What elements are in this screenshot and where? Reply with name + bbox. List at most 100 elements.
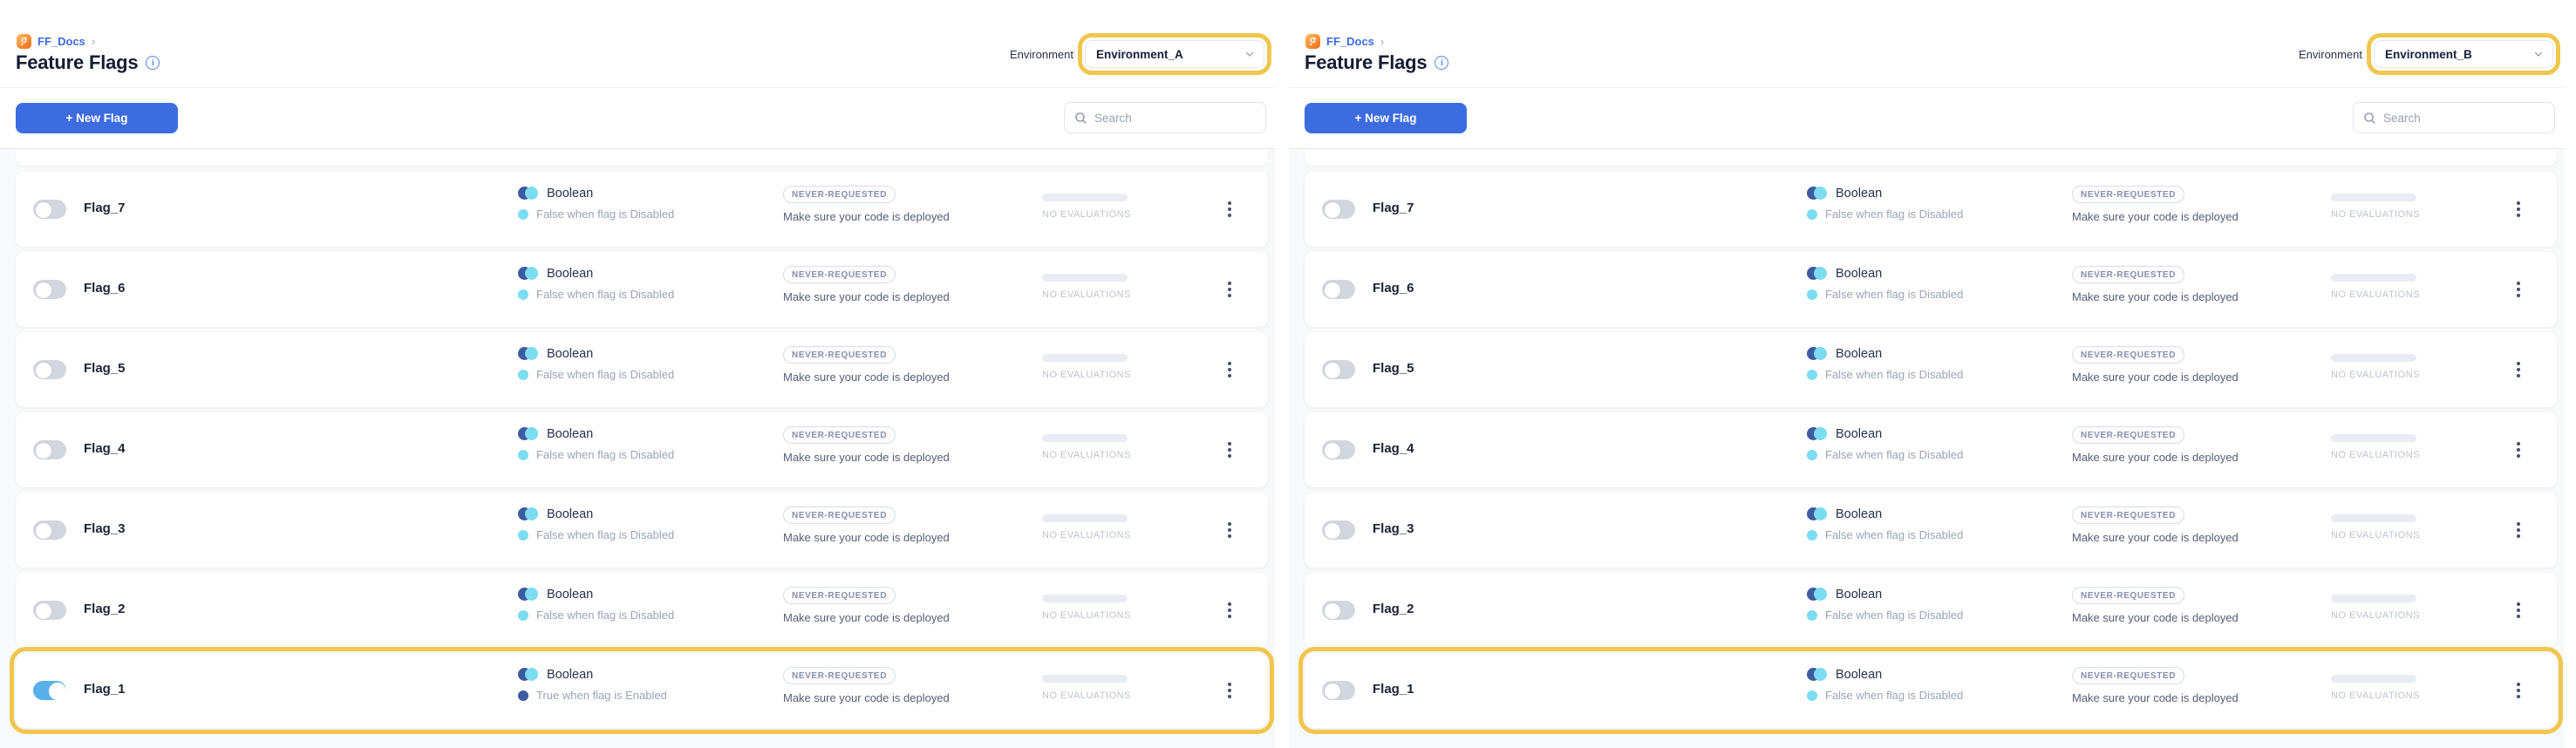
kebab-menu-icon[interactable] — [2506, 435, 2531, 465]
page-title: Feature Flags — [1305, 51, 1427, 74]
flag-name: Flag_5 — [84, 361, 126, 376]
flag-row[interactable]: Flag_1 Boolean False when flag is Disabl… — [1305, 653, 2557, 728]
evaluations-label: NO EVALUATIONS — [2331, 690, 2420, 701]
flag-toggle[interactable] — [33, 360, 66, 379]
status-badge: NEVER-REQUESTED — [2072, 346, 2184, 364]
flag-value-dot-icon — [518, 289, 528, 300]
flag-type-block: Boolean False when flag is Disabled — [1807, 347, 1963, 381]
evaluations-block: NO EVALUATIONS — [2331, 675, 2420, 701]
kebab-menu-icon[interactable] — [1217, 194, 1242, 224]
flag-value-description: False when flag is Disabled — [536, 288, 674, 301]
flag-type-label: Boolean — [547, 347, 593, 361]
flag-toggle[interactable] — [1322, 520, 1355, 540]
flag-name: Flag_6 — [84, 281, 126, 296]
flag-row[interactable]: Flag_2 Boolean False when flag is Disabl… — [1305, 573, 2557, 648]
info-icon[interactable]: i — [1435, 56, 1448, 70]
flag-type-label: Boolean — [1836, 267, 1882, 281]
kebab-menu-icon[interactable] — [1217, 515, 1242, 545]
flag-toggle[interactable] — [33, 440, 66, 459]
environment-dropdown[interactable]: Environment_A — [1085, 40, 1264, 68]
evaluations-bar — [2331, 354, 2416, 362]
flag-type-block: Boolean False when flag is Disabled — [518, 588, 674, 622]
flag-toggle[interactable] — [33, 601, 66, 620]
flag-row[interactable]: Flag_5 Boolean False when flag is Disabl… — [16, 332, 1268, 407]
status-hint: Make sure your code is deployed — [2072, 451, 2239, 464]
flag-toggle[interactable] — [1322, 440, 1355, 459]
status-hint: Make sure your code is deployed — [783, 531, 950, 544]
flag-row[interactable]: Flag_6 Boolean False when flag is Disabl… — [16, 252, 1268, 327]
kebab-menu-icon[interactable] — [1217, 676, 1242, 705]
kebab-menu-icon[interactable] — [2506, 595, 2531, 625]
flag-row[interactable]: Flag_2 Boolean False when flag is Disabl… — [16, 573, 1268, 648]
flag-toggle[interactable] — [33, 280, 66, 299]
breadcrumb-project-link[interactable]: FF_Docs — [1326, 35, 1374, 48]
flag-toggle[interactable] — [1322, 360, 1355, 379]
flag-value-dot-icon — [518, 209, 528, 220]
breadcrumb-project-link[interactable]: FF_Docs — [37, 35, 85, 48]
new-flag-button[interactable]: + New Flag — [1305, 103, 1467, 133]
flag-row[interactable]: Flag_7 Boolean False when flag is Disabl… — [1305, 172, 2557, 247]
flag-value-description: True when flag is Enabled — [536, 689, 667, 702]
breadcrumb-separator: › — [92, 35, 95, 48]
flag-row[interactable]: Flag_4 Boolean False when flag is Disabl… — [16, 412, 1268, 487]
kebab-menu-icon[interactable] — [2506, 355, 2531, 384]
flag-row[interactable]: Flag_3 Boolean False when flag is Disabl… — [1305, 493, 2557, 568]
evaluations-label: NO EVALUATIONS — [2331, 209, 2420, 220]
flag-toggle[interactable] — [33, 200, 66, 219]
flag-value-dot-icon — [1807, 209, 1817, 220]
evaluations-bar — [2331, 274, 2416, 282]
flag-row[interactable]: Flag_3 Boolean False when flag is Disabl… — [16, 493, 1268, 568]
evaluations-block: NO EVALUATIONS — [2331, 434, 2420, 460]
evaluations-label: NO EVALUATIONS — [2331, 610, 2420, 621]
flag-row[interactable]: Flag_5 Boolean False when flag is Disabl… — [1305, 332, 2557, 407]
search-input[interactable] — [2383, 112, 2545, 125]
environment-control: Environment Environment_A — [1010, 40, 1264, 68]
evaluations-bar — [1042, 434, 1128, 442]
flag-rows: Flag_7 Boolean False when flag is Disabl… — [0, 166, 1275, 728]
search-box[interactable] — [2353, 102, 2555, 133]
clipped-flag-row — [16, 150, 1268, 166]
flag-row[interactable]: Flag_6 Boolean False when flag is Disabl… — [1305, 252, 2557, 327]
info-icon[interactable]: i — [146, 56, 160, 70]
kebab-menu-icon[interactable] — [1217, 435, 1242, 465]
flag-type-block: Boolean False when flag is Disabled — [518, 187, 674, 221]
flag-type-label: Boolean — [1836, 347, 1882, 361]
flag-name: Flag_7 — [84, 201, 126, 215]
flag-toggle[interactable] — [1322, 681, 1355, 700]
kebab-menu-icon[interactable] — [1217, 355, 1242, 384]
new-flag-button[interactable]: + New Flag — [16, 103, 178, 133]
breadcrumb[interactable]: FF_Docs › — [17, 34, 95, 49]
status-badge: NEVER-REQUESTED — [2072, 426, 2184, 444]
flag-toggle[interactable] — [33, 520, 66, 540]
flag-toggle[interactable] — [1322, 280, 1355, 299]
environment-dropdown[interactable]: Environment_B — [2374, 40, 2553, 68]
evaluations-bar — [1042, 595, 1128, 602]
status-hint: Make sure your code is deployed — [2072, 290, 2239, 303]
flag-value-description: False when flag is Disabled — [1825, 207, 1963, 221]
flag-value-dot-icon — [1807, 450, 1817, 460]
kebab-menu-icon[interactable] — [2506, 515, 2531, 545]
boolean-type-icon — [1807, 507, 1827, 521]
flag-toggle[interactable] — [1322, 601, 1355, 620]
flag-status-block: NEVER-REQUESTED Make sure your code is d… — [2072, 266, 2239, 303]
search-box[interactable] — [1064, 102, 1266, 133]
evaluations-block: NO EVALUATIONS — [1042, 675, 1131, 701]
flag-row[interactable]: Flag_1 Boolean True when flag is Enabled… — [16, 653, 1268, 728]
breadcrumb[interactable]: FF_Docs › — [1305, 34, 1384, 49]
evaluations-bar — [1042, 514, 1128, 522]
flag-type-block: Boolean False when flag is Disabled — [518, 427, 674, 461]
flag-toggle[interactable] — [1322, 200, 1355, 219]
flag-row[interactable]: Flag_4 Boolean False when flag is Disabl… — [1305, 412, 2557, 487]
evaluations-label: NO EVALUATIONS — [2331, 450, 2420, 460]
kebab-menu-icon[interactable] — [1217, 595, 1242, 625]
environment-label: Environment — [1010, 48, 1073, 61]
flag-type-block: Boolean False when flag is Disabled — [1807, 267, 1963, 301]
search-input[interactable] — [1094, 112, 1256, 125]
flag-row[interactable]: Flag_7 Boolean False when flag is Disabl… — [16, 172, 1268, 247]
kebab-menu-icon[interactable] — [2506, 194, 2531, 224]
kebab-menu-icon[interactable] — [1217, 275, 1242, 304]
kebab-menu-icon[interactable] — [2506, 275, 2531, 304]
kebab-menu-icon[interactable] — [2506, 676, 2531, 705]
flag-type-block: Boolean False when flag is Disabled — [1807, 588, 1963, 622]
flag-toggle[interactable] — [33, 681, 66, 700]
